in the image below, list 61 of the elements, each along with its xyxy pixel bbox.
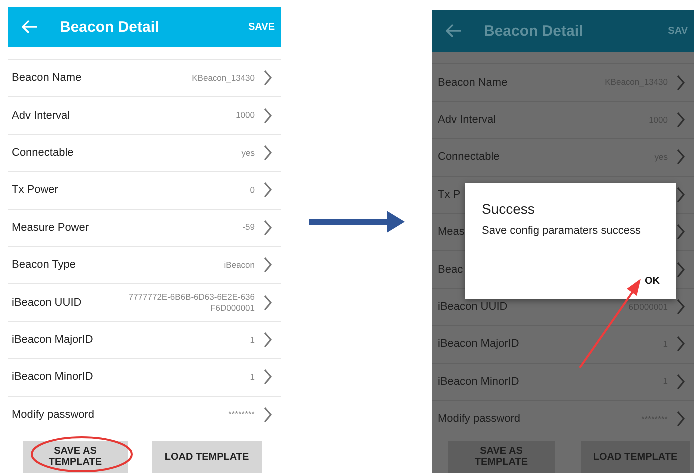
chevron-right-icon [263, 294, 273, 311]
chevron-right-icon [263, 144, 273, 161]
row-label: Modify password [438, 413, 521, 426]
chevron-right-icon [263, 108, 273, 124]
row-label: Connectable [438, 151, 500, 164]
row-label: Beac [438, 264, 464, 276]
row-label: iBeacon MajorID [438, 338, 520, 350]
chevron-right-icon [676, 149, 686, 166]
back-arrow-icon[interactable] [446, 24, 462, 38]
chevron-right-icon [676, 74, 686, 91]
row-label: Adv Interval [438, 114, 496, 126]
settings-row[interactable]: Beacon Name KBeacon_13430 [8, 59, 281, 96]
dialog-message: Save config paramaters success [482, 225, 642, 237]
row-value: 0 [250, 185, 255, 196]
chevron-right-icon [263, 369, 273, 386]
row-label: iBeacon MajorID [12, 334, 94, 346]
ok-button[interactable]: OK [645, 276, 660, 287]
row-value: 1 [250, 372, 255, 383]
chevron-right-icon [676, 374, 686, 390]
chevron-right-icon [676, 336, 686, 352]
row-label: iBeacon MinorID [12, 371, 94, 384]
template-button[interactable]: SAVE AS TEMPLATE [23, 441, 128, 473]
row-label: Beacon Name [12, 72, 82, 84]
row-label: Beacon Name [438, 76, 508, 89]
chevron-right-icon [263, 332, 273, 348]
chevron-right-icon [676, 112, 686, 128]
row-value: ******** [642, 414, 668, 424]
chevron-right-icon [676, 186, 686, 203]
row-value: -59 [242, 222, 255, 234]
row-label: Connectable [12, 146, 74, 159]
row-label: iBeacon UUID [438, 301, 508, 314]
row-value: iBeacon [224, 260, 255, 270]
row-label: Adv Interval [12, 110, 70, 122]
chevron-right-icon [676, 224, 686, 240]
row-value: ******** [228, 409, 255, 420]
chevron-right-icon [676, 262, 686, 278]
row-label: iBeacon MinorID [438, 376, 520, 388]
chevron-right-icon [676, 411, 686, 428]
template-button[interactable]: LOAD TEMPLATE [152, 441, 262, 473]
row-label: Beacon Type [12, 259, 76, 272]
row-label: Modify password [12, 408, 95, 421]
chevron-right-icon [263, 182, 273, 198]
row-label: Tx P [438, 188, 461, 201]
chevron-right-icon [676, 299, 686, 316]
settings-row[interactable]: Beacon Type iBeacon [8, 246, 281, 284]
row-label: iBeacon UUID [12, 296, 82, 309]
chevron-right-icon [263, 257, 273, 274]
row-value: 1 [250, 334, 255, 346]
chevron-right-icon [263, 70, 273, 86]
screen-title: Beacon Detail [484, 22, 584, 40]
row-label: Tx Power [12, 184, 58, 196]
row-value: 1000 [236, 110, 255, 121]
chevron-right-icon [263, 220, 273, 236]
row-value: yes [242, 148, 255, 158]
dialog-title: Success [482, 201, 536, 217]
row-label: Measure Power [12, 222, 90, 234]
screen-title: Beacon Detail [60, 18, 160, 36]
row-label: Meas [438, 226, 465, 238]
row-value: 7777772E-6B6B-6D63-6E2E-636F6D000001 [128, 292, 255, 314]
row-value: KBeacon_13430 [192, 72, 255, 84]
chevron-right-icon [263, 406, 273, 423]
